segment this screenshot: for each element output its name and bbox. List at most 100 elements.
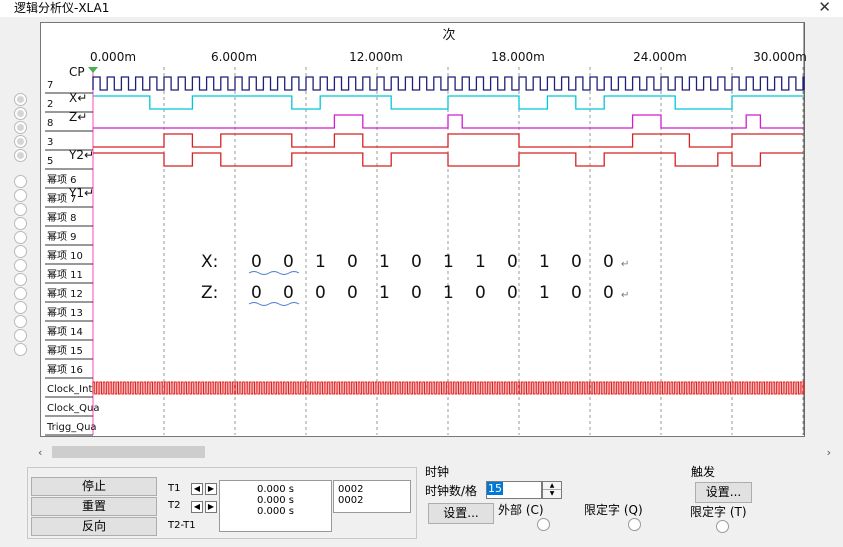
channel-radio-4[interactable]: [14, 135, 27, 148]
z-sequence-digit: 0: [283, 283, 294, 303]
channel-label: 幂项 13: [47, 307, 83, 319]
channel-note: Y1↵: [68, 186, 94, 200]
channel-radio-16[interactable]: [14, 315, 27, 328]
trigger-qualifier-radio[interactable]: [716, 520, 729, 533]
trigger-group-label: 触发: [691, 465, 716, 479]
channel-label: 幂项 10: [47, 250, 83, 262]
channel-label: 5: [47, 156, 53, 167]
channel-5-waveform: [93, 152, 803, 167]
time-tick-label: 24.000m: [633, 50, 687, 64]
z-sequence-digit: 0: [347, 283, 358, 303]
x-waveform: [93, 95, 803, 110]
channel-label: 幂项 12: [47, 288, 83, 300]
channel-radio-8[interactable]: [14, 203, 27, 216]
clock-qualifier-label: 限定字 (Q): [584, 503, 643, 517]
channel-label: Trigg_Qua: [46, 422, 97, 433]
channel-label: 幂项 8: [47, 212, 77, 224]
t2-time: 0.000 s: [256, 495, 295, 506]
channel-3-waveform: [93, 133, 803, 148]
spin-up-icon[interactable]: ▲: [543, 482, 561, 490]
channel-radio-12[interactable]: [14, 259, 27, 272]
channel-radio-7[interactable]: [14, 189, 27, 202]
scroll-left-icon[interactable]: ‹: [38, 444, 42, 461]
channel-radio-15[interactable]: [14, 301, 27, 314]
time-tick-label: 12.000m: [349, 50, 403, 64]
reverse-button[interactable]: 反向: [31, 517, 157, 536]
spin-down-icon[interactable]: ▼: [543, 490, 561, 498]
channel-radio-10[interactable]: [14, 231, 27, 244]
close-icon[interactable]: ✕: [818, 0, 831, 16]
scroll-thumb[interactable]: [52, 446, 205, 458]
clock-setup-button[interactable]: 设置...: [428, 503, 494, 524]
z-sequence-digit: 0: [251, 283, 262, 303]
z-sequence-digit: 1: [379, 283, 390, 303]
external-clock-label: 外部 (C): [498, 503, 544, 517]
channel-radio-17[interactable]: [14, 329, 27, 342]
channel-note: Y2↵: [68, 148, 94, 162]
channel-radio-11[interactable]: [14, 245, 27, 258]
x-sequence-digit: 1: [539, 252, 550, 272]
stop-button[interactable]: 停止: [31, 477, 157, 496]
x-sequence-digit: 1: [315, 252, 326, 272]
channel-note: Z↵: [69, 110, 87, 124]
scroll-right-icon[interactable]: ›: [827, 444, 831, 461]
channel-label: 幂项 9: [47, 231, 77, 243]
trigger-setup-button[interactable]: 设置...: [695, 482, 752, 503]
channel-radio-5[interactable]: [14, 149, 27, 162]
logic-analyzer-display[interactable]: 7 CP 2 X↵ 8 Z↵ 3 5 Y2↵ 幂项 6 幂项 7 Y1↵ 幂项 8 幂项 9 幂项 10 幂项…: [40, 22, 806, 438]
x-sequence-digit: 0: [571, 252, 582, 272]
x-sequence-squiggle: [248, 271, 300, 275]
z-sequence-digit: 0: [507, 283, 518, 303]
title-bar: 逻辑分析仪-XLA1 ✕: [0, 0, 843, 17]
t2-value: 0002: [338, 495, 364, 506]
horizontal-scrollbar[interactable]: ‹ ›: [36, 444, 835, 461]
clock-spinner[interactable]: ▲ ▼: [542, 481, 562, 499]
channel-radio-9[interactable]: [14, 217, 27, 230]
reset-button[interactable]: 重置: [31, 497, 157, 516]
control-panel: 停止 重置 反向 T1 ◀ ▶ T2 ◀ ▶ T2-T1 0.000 s 0.0…: [27, 467, 417, 539]
channel-radio-14[interactable]: [14, 287, 27, 300]
channel-radio-3[interactable]: [14, 121, 27, 134]
channel-label: 幂项 15: [47, 345, 83, 357]
channel-radio-6[interactable]: [14, 175, 27, 188]
top-label: 次: [442, 27, 455, 43]
channel-note: CP: [69, 65, 85, 79]
channel-radio-18[interactable]: [14, 343, 27, 356]
t2-left-arrow-icon[interactable]: ◀: [191, 501, 203, 513]
x-sequence-digit: 1: [379, 252, 390, 272]
z-sequence-digit: 0: [475, 283, 486, 303]
x-sequence-digit: 0: [603, 252, 614, 272]
channel-radio-1[interactable]: [14, 93, 27, 106]
z-sequence-digit: 1: [443, 283, 454, 303]
cursor-time-box: 0.000 s 0.000 s 0.000 s: [219, 480, 332, 532]
t2-right-arrow-icon[interactable]: ▶: [205, 501, 217, 513]
channel-radio-13[interactable]: [14, 273, 27, 286]
channel-label: 幂项 14: [47, 326, 83, 338]
z-sequence-label: Z:: [201, 283, 218, 303]
clock-waveform: [92, 76, 805, 91]
cursor-marker-icon: [88, 67, 98, 73]
x-sequence-digit: 1: [475, 252, 486, 272]
time-tick-label: 30.000m: [753, 50, 806, 64]
time-tick-label: 18.000m: [491, 50, 545, 64]
clock-per-div-label: 时钟数/格: [425, 484, 478, 498]
clock-qualifier-radio[interactable]: [628, 518, 641, 531]
clock-per-div-input[interactable]: 15: [486, 481, 542, 499]
channel-label-layer: 7CP2 X↵8 Z↵35 Y2↵幂项 6幂项 7Y1↵幂项 8幂项 9幂项 10幂项…: [45, 65, 100, 436]
channel-label: 幂项 16: [47, 364, 83, 376]
clock-int-waveform: [92, 381, 805, 395]
clock-per-div-value: 15: [487, 482, 503, 495]
z-sequence-digit: 0: [571, 283, 582, 303]
t1-value: 0002: [338, 484, 364, 495]
t1-right-arrow-icon[interactable]: ▶: [205, 483, 217, 495]
channel-radio-2[interactable]: [14, 107, 27, 120]
external-clock-radio[interactable]: [537, 518, 550, 531]
channel-note: X↵: [69, 91, 87, 105]
x-sequence-digit: 0: [507, 252, 518, 272]
cursor-value-box: 0002 0002: [333, 480, 411, 513]
t1-left-arrow-icon[interactable]: ◀: [191, 483, 203, 495]
x-sequence-label: X:: [201, 252, 218, 272]
waveform-canvas[interactable]: 7CP2 X↵8 Z↵35 Y2↵幂项 6幂项 7Y1↵幂项 8幂项 9幂项 10幂项…: [41, 23, 806, 438]
x-sequence-digit: 0: [283, 252, 294, 272]
channel-label: 幂项 6: [47, 174, 77, 186]
